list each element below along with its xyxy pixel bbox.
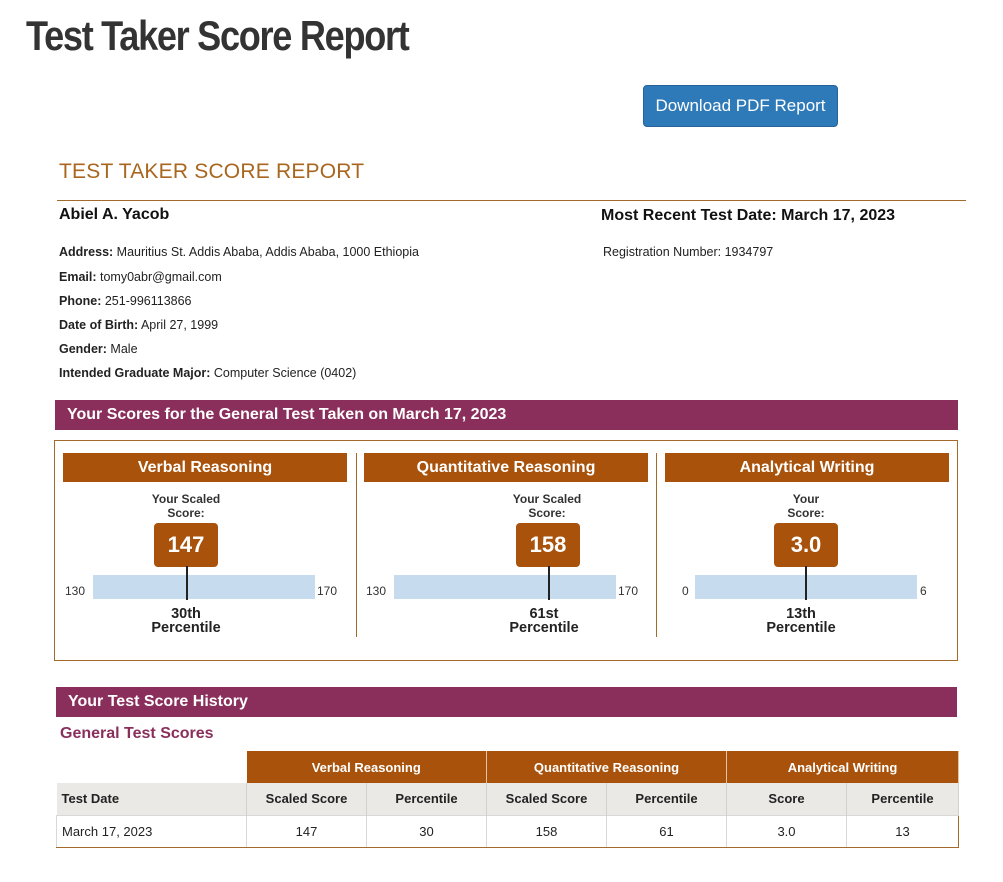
group-header-verbal: Verbal Reasoning — [246, 751, 487, 783]
verbal-scaled-label-line1: Your Scaled — [151, 492, 221, 506]
writing-header: Analytical Writing — [665, 453, 949, 482]
table-cell: 61 — [606, 814, 727, 848]
major-value: Computer Science (0402) — [213, 366, 357, 380]
gender-label: Gender: — [59, 342, 107, 356]
address-label: Address: — [59, 245, 114, 259]
registration-number: Registration Number: 1934797 — [603, 245, 774, 259]
dob-label: Date of Birth: — [59, 318, 139, 332]
address-line: Address: Mauritius St. Addis Ababa, Addi… — [59, 245, 419, 259]
writing-scaled-label: Your Score: — [746, 492, 866, 520]
table-cell: 13 — [846, 814, 959, 848]
table-corner — [56, 751, 247, 783]
email-label: Email: — [59, 270, 97, 284]
writing-scale-min: 0 — [682, 584, 689, 598]
writing-percentile-label: Percentile — [766, 620, 836, 636]
gender-value: Male — [110, 342, 138, 356]
table-cell: 158 — [486, 814, 607, 848]
writing-score-marker — [805, 566, 807, 600]
most-recent-test-date: Most Recent Test Date: March 17, 2023 — [601, 207, 896, 224]
score-summary-box: Verbal Reasoning Your Scaled Score: 147 … — [54, 440, 958, 661]
phone-label: Phone: — [59, 294, 102, 308]
writing-scaled-label-line2: Score: — [787, 506, 825, 520]
table-cell: March 17, 2023 — [56, 814, 247, 848]
quant-score-bar — [394, 575, 616, 599]
panel-divider — [656, 453, 657, 637]
history-subheading: General Test Scores — [60, 725, 214, 742]
verbal-percentile-label: Percentile — [151, 620, 221, 636]
table-row: March 17, 2023 147 30 158 61 3.0 13 — [56, 814, 959, 848]
column-header: Percentile — [366, 783, 487, 815]
column-header: Scaled Score — [486, 783, 607, 815]
history-band: Your Test Score History — [56, 687, 957, 717]
major-line: Intended Graduate Major: Computer Scienc… — [59, 366, 356, 380]
quant-score-marker — [548, 566, 551, 600]
table-cell: 147 — [246, 814, 367, 848]
writing-score-panel: Analytical Writing Your Score: 3.0 0 6 1… — [665, 453, 949, 649]
phone-line: Phone: 251-996113866 — [59, 294, 192, 308]
quant-scaled-label: Your Scaled Score: — [487, 492, 607, 520]
score-history-table: Verbal Reasoning Quantitative Reasoning … — [56, 751, 959, 848]
major-label: Intended Graduate Major: — [59, 366, 211, 380]
email-line: Email: tomy0abr@gmail.com — [59, 270, 222, 284]
group-header-writing: Analytical Writing — [726, 751, 959, 783]
verbal-scaled-label-line2: Score: — [167, 506, 205, 520]
email-value: tomy0abr@gmail.com — [100, 270, 222, 284]
verbal-scale-max: 170 — [317, 584, 338, 598]
quant-scale-max: 170 — [618, 584, 639, 598]
gender-line: Gender: Male — [59, 342, 138, 356]
verbal-scale-min: 130 — [65, 584, 86, 598]
writing-scaled-label-line1: Your — [792, 492, 820, 506]
verbal-score-panel: Verbal Reasoning Your Scaled Score: 147 … — [63, 453, 347, 649]
table-cell: 30 — [366, 814, 487, 848]
writing-score-value: 3.0 — [774, 523, 838, 567]
dob-value: April 27, 1999 — [140, 318, 219, 332]
column-header: Percentile — [846, 783, 959, 815]
heading-divider — [57, 200, 966, 201]
verbal-score-bar — [93, 575, 315, 599]
page-title: Test Taker Score Report — [26, 12, 410, 59]
quant-scaled-label-line2: Score: — [528, 506, 566, 520]
quant-header: Quantitative Reasoning — [364, 453, 648, 482]
address-value: Mauritius St. Addis Ababa, Addis Ababa, … — [116, 245, 419, 259]
quant-percentile-label: Percentile — [509, 620, 579, 636]
column-header: Score — [726, 783, 847, 815]
panel-divider — [356, 453, 357, 637]
taker-name: Abiel A. Yacob — [59, 206, 170, 223]
dob-line: Date of Birth: April 27, 1999 — [59, 318, 218, 332]
download-pdf-button[interactable]: Download PDF Report — [643, 85, 838, 127]
verbal-scaled-label: Your Scaled Score: — [126, 492, 246, 520]
writing-scale-max: 6 — [920, 584, 927, 598]
quant-score-value: 158 — [516, 523, 580, 567]
quant-score-panel: Quantitative Reasoning Your Scaled Score… — [364, 453, 648, 649]
scores-band: Your Scores for the General Test Taken o… — [55, 400, 958, 430]
quant-scale-min: 130 — [366, 584, 387, 598]
verbal-score-marker — [186, 566, 189, 600]
verbal-header: Verbal Reasoning — [63, 453, 347, 482]
verbal-score-value: 147 — [154, 523, 218, 567]
report-heading: TEST TAKER SCORE REPORT — [59, 160, 365, 183]
column-header: Test Date — [56, 783, 247, 815]
column-header: Scaled Score — [246, 783, 367, 815]
column-header: Percentile — [606, 783, 727, 815]
table-cell: 3.0 — [726, 814, 847, 848]
quant-scaled-label-line1: Your Scaled — [512, 492, 582, 506]
phone-value: 251-996113866 — [104, 294, 192, 308]
group-header-quant: Quantitative Reasoning — [486, 751, 727, 783]
